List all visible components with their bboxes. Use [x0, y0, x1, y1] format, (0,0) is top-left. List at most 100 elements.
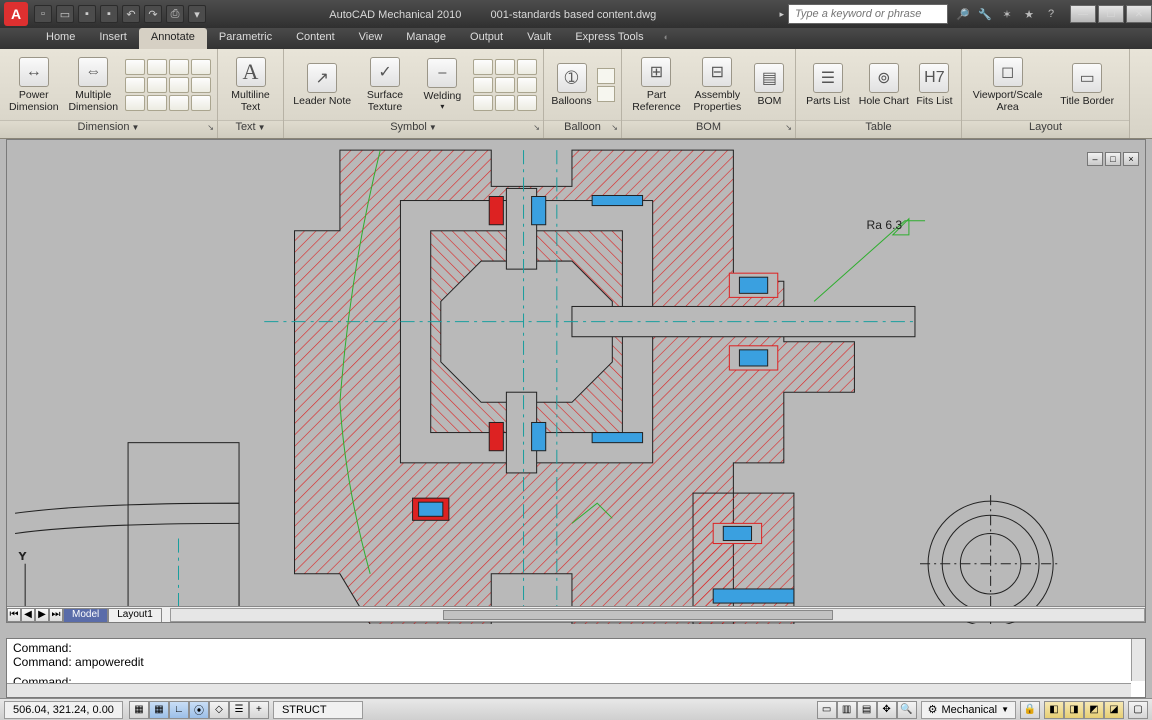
polar-toggle[interactable]: ⦿ — [189, 701, 209, 719]
infocenter-search[interactable] — [788, 4, 948, 24]
otrack-toggle[interactable]: ☰ — [229, 701, 249, 719]
dim-break-icon[interactable] — [191, 95, 211, 111]
balloon-renumber-icon[interactable] — [597, 68, 615, 84]
tab-vault[interactable]: Vault — [515, 28, 563, 49]
tab-express[interactable]: Express Tools — [563, 28, 655, 49]
tray-item-4[interactable]: ◪ — [1104, 701, 1124, 719]
panel-launcher-icon[interactable]: ↘ — [533, 123, 540, 132]
osnap-toggle[interactable]: ◇ — [209, 701, 229, 719]
title-border-button[interactable]: ▭ Title Border — [1051, 55, 1123, 115]
quickview-drawings-icon[interactable]: ▤ — [857, 701, 877, 719]
layout-nav-first-icon[interactable]: ⏮ — [7, 608, 21, 622]
tab-view[interactable]: View — [347, 28, 395, 49]
maximize-button[interactable]: ☐ — [1098, 5, 1124, 23]
search-input[interactable] — [789, 5, 947, 23]
hscroll-thumb[interactable] — [443, 610, 832, 620]
target-icon[interactable] — [495, 95, 515, 111]
tray-item-1[interactable]: ◧ — [1044, 701, 1064, 719]
drawing-hscroll[interactable] — [170, 608, 1145, 622]
dim-aligned-icon[interactable] — [147, 59, 167, 75]
comm-center-icon[interactable]: ✶ — [998, 5, 1016, 23]
balloon-collect-icon[interactable] — [597, 86, 615, 102]
panel-symbol-title[interactable]: Symbol▼ ↘ — [284, 120, 543, 138]
qat-save2-icon[interactable]: ▪ — [100, 5, 118, 23]
leader-note-button[interactable]: ↗ Leader Note — [290, 55, 354, 115]
balloons-button[interactable]: ➀ Balloons — [550, 55, 593, 115]
coordinates-readout[interactable]: 506.04, 321.24, 0.00 — [4, 701, 123, 719]
model-paper-toggle[interactable]: ▭ — [817, 701, 837, 719]
command-hscroll[interactable] — [7, 683, 1131, 697]
panel-launcher-icon[interactable]: ↘ — [207, 123, 214, 132]
multiline-text-button[interactable]: A Multiline Text — [224, 55, 277, 115]
qat-print-icon[interactable]: ⎙ — [166, 5, 184, 23]
bom-button[interactable]: ▤ BOM — [750, 55, 789, 115]
dim-angular-icon[interactable] — [169, 59, 189, 75]
command-window[interactable]: Command: Command: ampoweredit Command: — [6, 638, 1146, 698]
datum-id-icon[interactable] — [495, 59, 515, 75]
layout-nav-next-icon[interactable]: ▶ — [35, 608, 49, 622]
tab-manage[interactable]: Manage — [394, 28, 458, 49]
power-dimension-button[interactable]: ↔ Power Dimension — [6, 55, 62, 115]
qat-save-icon[interactable]: ▪ — [78, 5, 96, 23]
toolbar-lock-icon[interactable]: 🔒 — [1020, 701, 1040, 719]
qat-redo-icon[interactable]: ↷ — [144, 5, 162, 23]
dim-radius-icon[interactable] — [125, 77, 145, 93]
binoculars-icon[interactable]: 🔎 — [954, 5, 972, 23]
qat-undo-icon[interactable]: ↶ — [122, 5, 140, 23]
help-icon[interactable]: ? — [1042, 5, 1060, 23]
quickview-layouts-icon[interactable]: ▥ — [837, 701, 857, 719]
viewport-scale-area-button[interactable]: ◻ Viewport/Scale Area — [968, 55, 1047, 115]
dim-chain-icon[interactable] — [169, 95, 189, 111]
assembly-properties-button[interactable]: ⊟ Assembly Properties — [689, 55, 746, 115]
favorites-icon[interactable]: ★ — [1020, 5, 1038, 23]
part-reference-button[interactable]: ⊞ Part Reference — [628, 55, 685, 115]
parts-list-button[interactable]: ☰ Parts List — [802, 55, 854, 115]
drawing-area[interactable]: – □ × — [6, 139, 1146, 623]
close-button[interactable]: ✕ — [1126, 5, 1152, 23]
zoom-icon[interactable]: 🔍 — [897, 701, 917, 719]
dim-ordinate-icon[interactable] — [169, 77, 189, 93]
dim-baseline-icon[interactable] — [125, 95, 145, 111]
hole-chart-button[interactable]: ⊚ Hole Chart — [858, 55, 910, 115]
command-vscroll[interactable] — [1131, 639, 1145, 681]
tab-parametric[interactable]: Parametric — [207, 28, 284, 49]
drawing-canvas[interactable]: Ra 6.3 X Y — [7, 140, 1145, 624]
tab-insert[interactable]: Insert — [87, 28, 139, 49]
tray-item-3[interactable]: ◩ — [1084, 701, 1104, 719]
welding-button[interactable]: ⎯ Welding▾ — [416, 55, 469, 115]
qat-open-icon[interactable]: ▭ — [56, 5, 74, 23]
tab-model[interactable]: Model — [63, 608, 108, 622]
edge-symbol-icon[interactable] — [473, 77, 493, 93]
layout-nav-last-icon[interactable]: ⏭ — [49, 608, 63, 622]
ortho-toggle[interactable]: ∟ — [169, 701, 189, 719]
panel-balloon-title[interactable]: Balloon ↘ — [544, 120, 621, 138]
section-icon[interactable] — [517, 95, 537, 111]
marking-icon[interactable] — [473, 95, 493, 111]
panel-launcher-icon[interactable]: ↘ — [611, 123, 618, 132]
panel-dimension-title[interactable]: Dimension▼ ↘ — [0, 120, 217, 138]
layout-nav-prev-icon[interactable]: ◀ — [21, 608, 35, 622]
panel-bom-title[interactable]: BOM ↘ — [622, 120, 795, 138]
tab-layout1[interactable]: Layout1 — [108, 608, 162, 622]
datum-target-icon[interactable] — [517, 59, 537, 75]
pan-icon[interactable]: ✥ — [877, 701, 897, 719]
surface-texture-button[interactable]: ✓ Surface Texture — [358, 55, 411, 115]
tab-output[interactable]: Output — [458, 28, 515, 49]
panel-text-title[interactable]: Text▼ — [218, 120, 283, 138]
center-mark-icon[interactable] — [517, 77, 537, 93]
grid-toggle[interactable]: ▦ — [149, 701, 169, 719]
tray-item-2[interactable]: ◨ — [1064, 701, 1084, 719]
dyn-toggle[interactable]: + — [249, 701, 269, 719]
current-layer[interactable]: STRUCT — [273, 701, 363, 719]
tab-annotate[interactable]: Annotate — [139, 28, 207, 49]
ribbon-toggle-icon[interactable]: ◐ — [664, 28, 669, 49]
dim-jogged-icon[interactable] — [191, 77, 211, 93]
tab-home[interactable]: Home — [34, 28, 87, 49]
dim-continue-icon[interactable] — [147, 95, 167, 111]
workspace-switcher[interactable]: ⚙ Mechanical ▼ — [921, 701, 1016, 719]
feature-control-icon[interactable] — [473, 59, 493, 75]
tab-content[interactable]: Content — [284, 28, 347, 49]
app-menu-button[interactable]: A — [4, 2, 28, 26]
panel-launcher-icon[interactable]: ↘ — [785, 123, 792, 132]
dim-linear-icon[interactable] — [125, 59, 145, 75]
